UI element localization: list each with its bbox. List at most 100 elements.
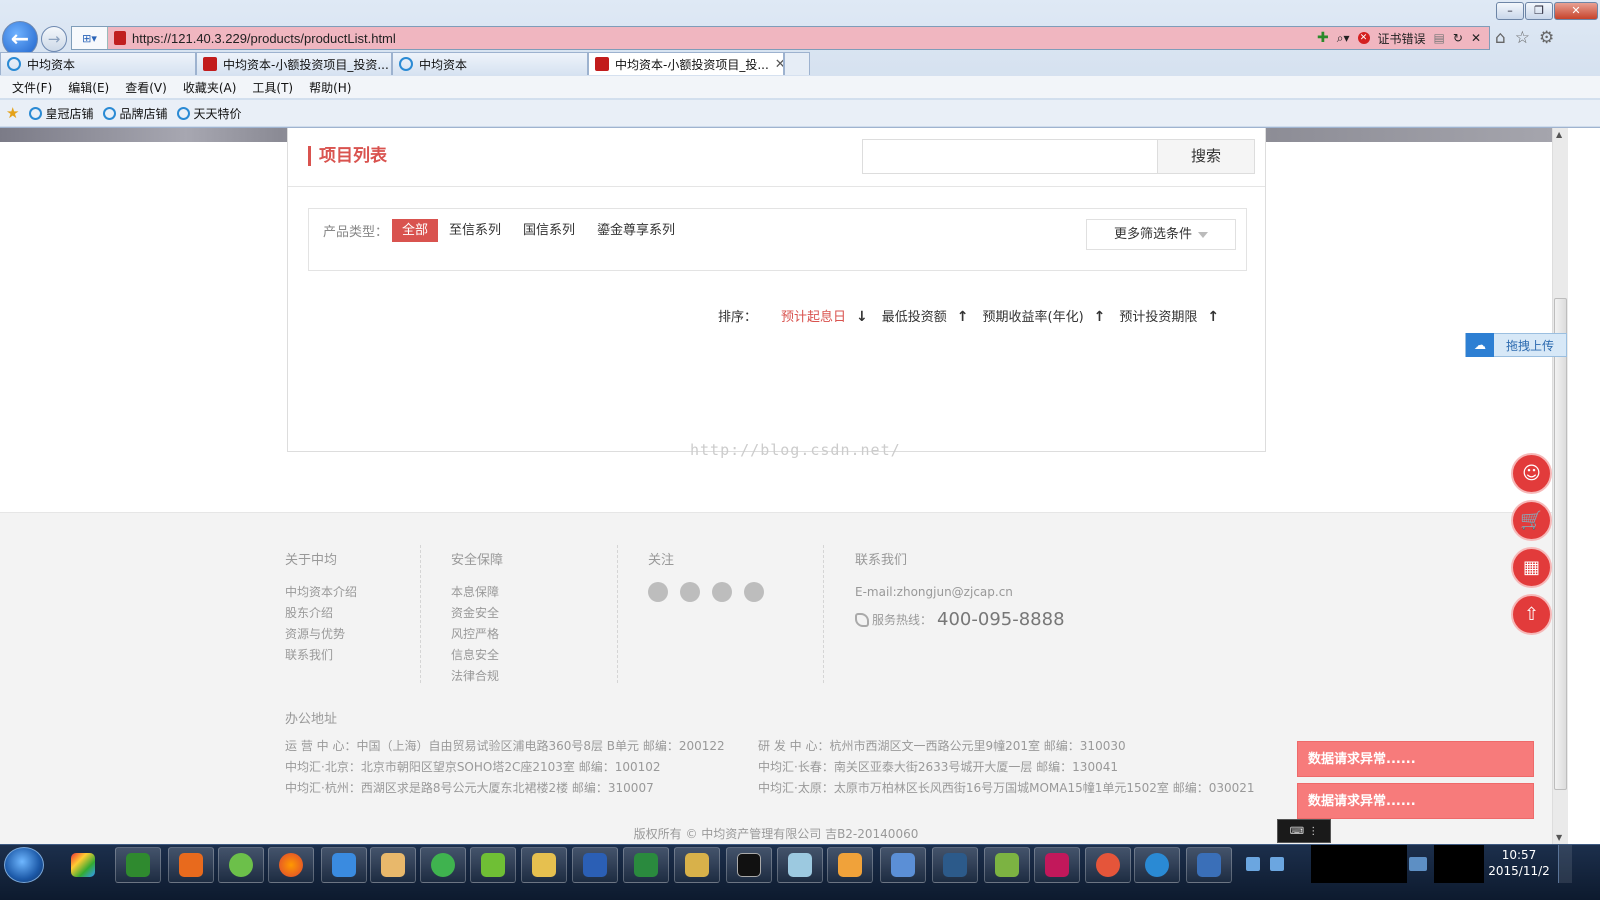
new-tab-button[interactable] [784, 52, 810, 75]
taskbar-app-monitor[interactable] [1186, 847, 1232, 883]
weibo-icon[interactable] [680, 582, 700, 602]
apple-icon[interactable] [744, 582, 764, 602]
refresh-icon[interactable]: ↻ [1453, 31, 1463, 45]
footer-link[interactable]: 中均资本介绍 [285, 582, 357, 603]
taskbar-app-outlook[interactable] [827, 847, 873, 883]
menu-view[interactable]: 查看(V) [117, 76, 175, 98]
more-filters-button[interactable]: 更多筛选条件 [1086, 219, 1236, 250]
taskbar-app-explorer[interactable] [521, 847, 567, 883]
filter-option-liujin[interactable]: 鎏金尊享系列 [587, 219, 685, 242]
cart-button[interactable]: 🛒 [1511, 500, 1552, 541]
menu-help[interactable]: 帮助(H) [301, 76, 359, 98]
addon-icon[interactable]: ✚ [1317, 30, 1329, 46]
gear-icon[interactable]: ⚙ [1539, 28, 1554, 48]
taskbar-app-word[interactable] [572, 847, 618, 883]
taskbar-app-firefox[interactable] [268, 847, 314, 883]
taskbar-app-vim[interactable] [115, 847, 161, 883]
taskbar-app-notes[interactable] [777, 847, 823, 883]
taskbar-app-ie[interactable] [1134, 847, 1180, 883]
browser-tab[interactable]: 中均资本 [392, 52, 588, 75]
ime-menu-icon[interactable]: ⋮ [1308, 826, 1318, 837]
sort-start-date[interactable]: 预计起息日 ↓ [781, 306, 868, 325]
ime-toolbar[interactable]: ⌨ ⋮ [1277, 819, 1331, 843]
system-clock[interactable]: 10:57 2015/11/2 [1484, 847, 1554, 879]
favorite-link[interactable]: 天天特价 [177, 105, 242, 122]
address-bar[interactable]: ⊞▾ https://121.40.3.229/products/product… [71, 26, 1490, 50]
show-desktop-button[interactable] [1558, 845, 1572, 883]
search-button[interactable]: 搜索 [1157, 139, 1255, 174]
favorites-star-icon[interactable]: ☆ [1515, 28, 1530, 48]
taskbar-app-excel[interactable] [623, 847, 669, 883]
taskbar-app-wechat[interactable] [218, 847, 264, 883]
footer-link[interactable]: 资金安全 [451, 603, 503, 624]
taskbar-app-360[interactable] [420, 847, 466, 883]
taskbar-app-handshake[interactable] [370, 847, 416, 883]
close-tab-icon[interactable]: ✕ [775, 57, 783, 72]
tray-cloud-icon[interactable] [1246, 857, 1260, 871]
taskbar-app-vmware[interactable] [470, 847, 516, 883]
scroll-down-icon[interactable]: ▼ [1556, 833, 1562, 842]
menu-file[interactable]: 文件(F) [4, 76, 60, 98]
clock-time: 10:57 [1501, 848, 1537, 862]
android-icon[interactable] [712, 582, 732, 602]
menu-favorites[interactable]: 收藏夹(A) [175, 76, 245, 98]
favorite-link[interactable]: 品牌店铺 [103, 105, 167, 122]
taskbar-app-mysql[interactable] [932, 847, 978, 883]
filter-option-guoxin[interactable]: 国信系列 [513, 219, 585, 242]
favorite-link[interactable]: 皇冠店铺 [29, 105, 93, 122]
tray-network-icon[interactable] [1270, 857, 1284, 871]
footer-link[interactable]: 股东介绍 [285, 603, 357, 624]
search-dropdown-icon[interactable]: ⌕▾ [1337, 31, 1350, 46]
sort-arrow-up-icon: ↑ [1093, 309, 1106, 325]
restore-button[interactable]: ❐ [1525, 2, 1553, 20]
scroll-up-icon[interactable]: ▲ [1556, 130, 1562, 139]
vertical-scrollbar[interactable]: ▲ ▼ [1552, 128, 1568, 844]
taskbar-app-baidu-cloud[interactable] [321, 847, 367, 883]
sort-expected-yield[interactable]: 预期收益率(年化) ↑ [983, 306, 1106, 325]
filter-option-all[interactable]: 全部 [392, 219, 439, 242]
tray-app-icon[interactable] [1409, 857, 1427, 871]
taskbar-app-swirl[interactable] [1085, 847, 1131, 883]
wechat-icon[interactable] [648, 582, 668, 602]
footer-link[interactable]: 信息安全 [451, 645, 503, 666]
sort-min-investment[interactable]: 最低投资额 ↑ [882, 306, 969, 325]
taskbar-app-paint[interactable] [60, 847, 106, 883]
taskbar-app-chart[interactable] [984, 847, 1030, 883]
sort-investment-term[interactable]: 预计投资期限 ↑ [1119, 306, 1219, 325]
browser-tab-active[interactable]: 中均资本-小额投资项目_投...✕ [588, 52, 784, 75]
footer-link[interactable]: 联系我们 [285, 645, 357, 666]
home-icon[interactable]: ⌂ [1495, 28, 1506, 48]
footer-link[interactable]: 法律合规 [451, 666, 503, 687]
menu-tools[interactable]: 工具(T) [244, 76, 301, 98]
stop-icon[interactable]: ✕ [1471, 31, 1481, 45]
filter-option-zhixin[interactable]: 至信系列 [439, 219, 511, 242]
drag-upload-button[interactable]: ☁ 拖拽上传 [1465, 333, 1567, 357]
page-icon[interactable]: ▤ [1434, 31, 1445, 45]
back-to-top-button[interactable]: ⇧ [1511, 594, 1552, 635]
taskbar-app-pdf[interactable] [168, 847, 214, 883]
search-input[interactable] [862, 139, 1158, 174]
system-tray [1240, 845, 1310, 883]
browser-tab[interactable]: 中均资本-小额投资项目_投资... [196, 52, 392, 75]
taskbar-app-security[interactable] [674, 847, 720, 883]
forward-button[interactable]: → [41, 26, 67, 52]
browser-tab[interactable]: 中均资本 [0, 52, 196, 75]
cert-error-label[interactable]: 证书错误 [1378, 30, 1426, 47]
footer-link[interactable]: 本息保障 [451, 582, 503, 603]
customer-service-button[interactable]: ☺ [1511, 453, 1552, 494]
scrollbar-thumb[interactable] [1554, 298, 1567, 790]
start-button[interactable] [4, 847, 44, 883]
url-text[interactable]: https://121.40.3.229/products/productLis… [132, 31, 1317, 46]
sort-label: 排序： [718, 310, 758, 325]
calculator-button[interactable]: ▦ [1511, 547, 1552, 588]
compatibility-view-icon[interactable]: ⊞▾ [72, 27, 108, 49]
taskbar-app-remote[interactable] [880, 847, 926, 883]
favorites-star-icon[interactable]: ★ [6, 104, 19, 122]
close-window-button[interactable]: ✕ [1554, 2, 1598, 20]
footer-link[interactable]: 风控严格 [451, 624, 503, 645]
taskbar-app-database[interactable] [1034, 847, 1080, 883]
taskbar-app-cmd[interactable] [726, 847, 772, 883]
minimize-button[interactable]: – [1496, 2, 1524, 20]
menu-edit[interactable]: 编辑(E) [60, 76, 117, 98]
footer-link[interactable]: 资源与优势 [285, 624, 357, 645]
